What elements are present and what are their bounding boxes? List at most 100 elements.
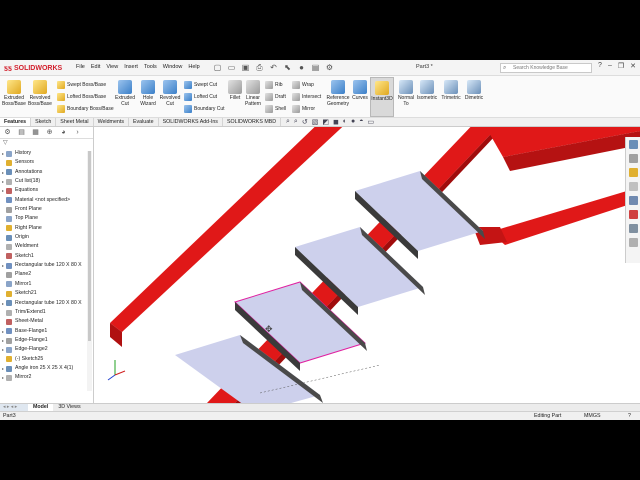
tab-scroll-arrows[interactable]: ◂ ▸ ◂ ▸ (0, 404, 28, 411)
tree-item[interactable]: Front Plane (0, 205, 92, 214)
tree-item[interactable]: ▸ Equations (0, 186, 92, 195)
filter-icon[interactable]: ▽ (0, 139, 93, 148)
expand-panel-icon[interactable]: › (73, 128, 82, 137)
normal-to-button[interactable]: Normal To (396, 80, 416, 107)
tree-item[interactable]: Material <not specified> (0, 196, 92, 205)
tree-item[interactable]: ▸ History (0, 149, 92, 158)
tab-3d-views[interactable]: 3D Views (53, 404, 85, 411)
design-library-icon[interactable] (628, 168, 638, 177)
view-palette-icon[interactable] (628, 196, 638, 205)
select-icon[interactable]: ⬉ (282, 62, 293, 73)
new-icon[interactable]: ▢ (212, 62, 223, 73)
revolved-boss-button[interactable]: Revolved Boss/Base (28, 80, 52, 107)
isometric-button[interactable]: Isometric (416, 80, 438, 101)
custom-properties-icon[interactable] (628, 224, 638, 233)
tab-evaluate[interactable]: Evaluate (129, 118, 159, 126)
tree-item[interactable]: ▸ Base-Flange1 (0, 327, 92, 336)
trimetric-button[interactable]: Trimetric (440, 80, 462, 101)
tree-item[interactable]: ▸ Cut list(18) (0, 177, 92, 186)
revolved-cut-button[interactable]: Revolved Cut (160, 80, 180, 107)
tree-item[interactable]: (-) Sketch25 (0, 355, 92, 364)
minimize-icon[interactable]: – (608, 62, 612, 70)
boundary-boss-button[interactable]: Boundary Boss/Base (57, 105, 114, 113)
save-icon[interactable]: ▣ (240, 62, 251, 73)
tree-item[interactable]: ▸ Angle iron 25 X 25 X 4(1) (0, 364, 92, 373)
tree-item[interactable]: Sketch1 (0, 252, 92, 261)
feature-tree-icon[interactable]: ⚙ (3, 128, 12, 137)
shell-button[interactable]: Shell (265, 105, 286, 113)
tree-scrollbar-thumb[interactable] (88, 151, 91, 341)
tree-item[interactable]: Mirror1 (0, 280, 92, 289)
tab-sheet-metal[interactable]: Sheet Metal (56, 118, 94, 126)
linear-pattern-button[interactable]: Linear Pattern (243, 80, 263, 107)
menu-edit[interactable]: Edit (91, 64, 100, 70)
appearances-icon[interactable] (628, 210, 638, 219)
tab-sketch[interactable]: Sketch (31, 118, 57, 126)
file-properties-icon[interactable]: ▤ (310, 62, 321, 73)
landing-frame-lower[interactable] (490, 187, 640, 245)
swept-cut-button[interactable]: Swept Cut (184, 81, 217, 89)
tree-item[interactable]: Right Plane (0, 224, 92, 233)
tree-item[interactable]: ▸ Annotations (0, 168, 92, 177)
boundary-cut-button[interactable]: Boundary Cut (184, 105, 225, 113)
tree-scrollbar[interactable] (87, 151, 92, 391)
graphics-area[interactable]: ✥ (95, 127, 640, 403)
tree-item[interactable]: Trim/Extend1 (0, 308, 92, 317)
fillet-button[interactable]: Fillet (227, 80, 243, 101)
draft-button[interactable]: Draft (265, 93, 286, 101)
configuration-manager-icon[interactable]: ▦ (31, 128, 40, 137)
resources-icon[interactable] (628, 154, 638, 163)
tree-item[interactable]: Origin (0, 233, 92, 242)
hole-wizard-button[interactable]: Hole Wizard (138, 80, 158, 107)
tree-item[interactable]: ▸ Edge-Flange1 (0, 336, 92, 345)
extruded-boss-button[interactable]: Extruded Boss/Base (2, 80, 26, 107)
close-icon[interactable]: ✕ (630, 62, 636, 70)
wrap-button[interactable]: Wrap (292, 81, 314, 89)
menu-help[interactable]: Help (188, 64, 199, 70)
mirror-button[interactable]: Mirror (292, 105, 315, 113)
dimxpert-icon[interactable]: ⊕ (45, 128, 54, 137)
lofted-cut-button[interactable]: Lofted Cut (184, 93, 217, 101)
tab-solidworks-addins[interactable]: SOLIDWORKS Add-Ins (159, 118, 223, 126)
intersect-button[interactable]: Intersect (292, 93, 321, 101)
tree-item[interactable]: ▸ Rectangular tube 120 X 80 X (0, 299, 92, 308)
solidworks-logo[interactable]: ƽƽ SOLIDWORKS (4, 63, 62, 74)
lofted-boss-button[interactable]: Lofted Boss/Base (57, 93, 106, 101)
extruded-cut-button[interactable]: Extruded Cut (114, 80, 136, 107)
tab-features[interactable]: Features (0, 118, 32, 126)
menu-window[interactable]: Window (163, 64, 183, 70)
help-icon[interactable]: ? (598, 62, 602, 70)
display-manager-icon[interactable]: ◕ (59, 128, 68, 137)
tree-item[interactable]: ▸ Rectangular tube 120 X 80 X (0, 261, 92, 270)
swept-boss-button[interactable]: Swept Boss/Base (57, 81, 106, 89)
instant3d-button[interactable]: Instant3D (370, 77, 394, 117)
tab-weldments[interactable]: Weldments (94, 118, 129, 126)
rebuild-icon[interactable]: ● (296, 62, 307, 73)
tree-item[interactable]: Plane2 (0, 270, 92, 279)
staircase-model[interactable]: ✥ (95, 127, 640, 403)
home-icon[interactable] (628, 140, 638, 149)
rib-button[interactable]: Rib (265, 81, 283, 89)
menu-file[interactable]: File (76, 64, 85, 70)
help-icon[interactable]: ? (628, 412, 631, 420)
tree-item[interactable]: Sketch21 (0, 289, 92, 298)
print-icon[interactable]: ⎙ (254, 62, 265, 73)
search-input[interactable]: ⌕ Search Knowledge Base (500, 63, 592, 73)
reference-geometry-button[interactable]: Reference Geometry (324, 80, 352, 107)
tree-item[interactable]: Sensors (0, 158, 92, 167)
tree-item[interactable]: ▸ Mirror2 (0, 373, 92, 382)
menu-insert[interactable]: Insert (124, 64, 138, 70)
forum-icon[interactable] (628, 238, 638, 247)
menu-view[interactable]: View (106, 64, 118, 70)
open-icon[interactable]: ▭ (226, 62, 237, 73)
tab-model[interactable]: Model (28, 404, 54, 411)
undo-icon[interactable]: ↶ (268, 62, 279, 73)
restore-icon[interactable]: ❐ (618, 62, 624, 70)
options-icon[interactable]: ⚙ (324, 62, 335, 73)
curves-button[interactable]: Curves (351, 80, 369, 101)
tab-solidworks-mbd[interactable]: SOLIDWORKS MBD (223, 118, 282, 126)
tree-item[interactable]: Sheet-Metal (0, 317, 92, 326)
file-explorer-icon[interactable] (628, 182, 638, 191)
menu-tools[interactable]: Tools (144, 64, 157, 70)
tree-item[interactable]: Weldment (0, 242, 92, 251)
